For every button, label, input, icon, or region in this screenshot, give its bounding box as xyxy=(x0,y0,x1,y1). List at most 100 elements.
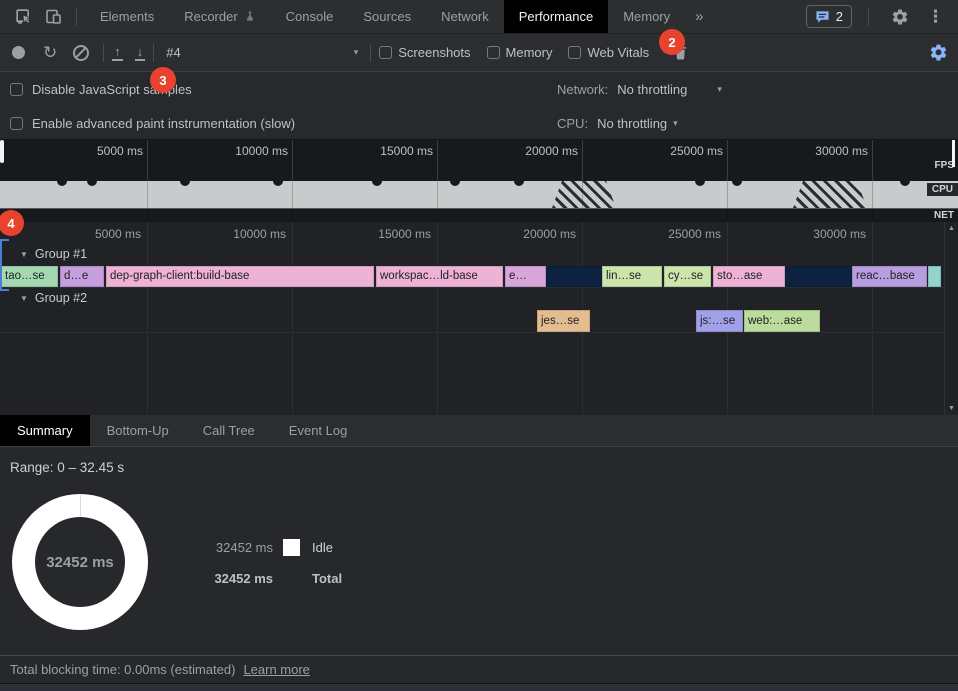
memory-checkbox-group[interactable]: Memory xyxy=(487,45,553,60)
tab-recorder[interactable]: Recorder xyxy=(169,0,270,33)
tab-label: Elements xyxy=(100,9,154,24)
divider xyxy=(868,8,869,26)
disable-js-samples-row: Disable JavaScript samples xyxy=(0,72,958,106)
network-throttling-select[interactable]: Network: No throttling ▾ xyxy=(557,72,722,106)
flame-bar[interactable]: web:…ase xyxy=(744,310,820,332)
collapse-triangle-icon: ▼ xyxy=(20,294,28,303)
tab-elements[interactable]: Elements xyxy=(85,0,169,33)
flame-bar[interactable]: reac…base xyxy=(852,266,927,287)
reload-and-record-icon[interactable]: ↻ xyxy=(43,44,57,61)
web-vitals-checkbox-group[interactable]: Web Vitals xyxy=(568,45,649,60)
cpu-throttling-select[interactable]: CPU: No throttling ▾ xyxy=(557,106,678,140)
flame-bar[interactable]: sto…ase xyxy=(713,266,785,287)
tab-performance[interactable]: Performance xyxy=(504,0,608,33)
cpu-activity-dip xyxy=(695,181,705,186)
flame-bar[interactable]: e… xyxy=(505,266,546,287)
more-tabs-button[interactable]: » xyxy=(685,8,713,25)
scroll-down-icon[interactable]: ▼ xyxy=(948,405,955,412)
load-profile-icon[interactable]: ↑ xyxy=(112,45,123,61)
inspect-cursor-icon xyxy=(15,8,32,25)
tab-console[interactable]: Console xyxy=(271,0,349,33)
group-label: Group #1 xyxy=(35,247,87,261)
disable-js-samples-checkbox[interactable] xyxy=(10,83,23,96)
record-icon[interactable] xyxy=(12,46,25,59)
kebab-menu-button[interactable]: ⋮ xyxy=(923,7,948,27)
capture-settings-gear-button[interactable] xyxy=(929,43,948,62)
divider xyxy=(153,44,154,62)
tab-sources[interactable]: Sources xyxy=(348,0,426,33)
overview-strip[interactable]: FPS CPU NET 5000 ms10000 ms15000 ms20000… xyxy=(0,140,958,222)
tab-label: Summary xyxy=(17,423,73,438)
flame-tick-label: 30000 ms xyxy=(778,227,866,241)
screenshots-checkbox-group[interactable]: Screenshots xyxy=(379,45,470,60)
overview-tick-label: 20000 ms xyxy=(490,144,578,158)
flame-bar[interactable]: lin…se xyxy=(602,266,662,287)
tab-bottom-up[interactable]: Bottom-Up xyxy=(90,415,186,446)
flame-group-1-header[interactable]: ▼ Group #1 xyxy=(20,247,87,261)
selection-bracket xyxy=(0,239,11,291)
flame-bar[interactable]: d…e xyxy=(60,266,104,287)
tab-summary[interactable]: Summary xyxy=(0,415,90,446)
chat-bubble-icon xyxy=(815,10,830,24)
scroll-up-icon[interactable]: ▲ xyxy=(948,225,955,232)
overview-gridline xyxy=(727,140,728,222)
save-profile-icon[interactable]: ↓ xyxy=(135,45,146,61)
flame-bar[interactable]: js:…se xyxy=(696,310,743,332)
flame-bars-group-1: tao…sed…edep-graph-client:build-basework… xyxy=(0,266,944,287)
flame-bar[interactable]: jes…se xyxy=(537,310,590,332)
flame-chart[interactable]: ▼ Group #1 tao…sed…edep-graph-client:bui… xyxy=(0,222,958,415)
overview-left-handle[interactable] xyxy=(0,140,4,163)
flame-bar[interactable]: cy…se xyxy=(664,266,711,287)
screenshots-checkbox[interactable] xyxy=(379,46,392,59)
flame-bar[interactable]: workspac…ld-base xyxy=(376,266,503,287)
advanced-paint-checkbox[interactable] xyxy=(10,117,23,130)
clear-recording-icon[interactable] xyxy=(73,45,89,61)
caret-down-icon: ▾ xyxy=(717,84,722,95)
issues-messages-button[interactable]: 2 xyxy=(806,5,852,28)
tab-network[interactable]: Network xyxy=(426,0,504,33)
flame-bar[interactable] xyxy=(785,266,852,287)
divider xyxy=(370,44,371,62)
overview-tick-label: 25000 ms xyxy=(635,144,723,158)
gear-icon xyxy=(891,8,909,26)
cpu-activity-dip xyxy=(732,181,742,186)
recording-history-value: #4 xyxy=(166,45,180,60)
tab-memory[interactable]: Memory xyxy=(608,0,685,33)
recording-history-select[interactable]: #4 ▾ xyxy=(162,45,362,60)
overview-cpu-lane xyxy=(0,181,958,208)
tab-label: Network xyxy=(441,9,489,24)
device-toolbar-button[interactable] xyxy=(38,3,68,31)
memory-checkbox[interactable] xyxy=(487,46,500,59)
donut-seam xyxy=(80,495,81,517)
footer-bar: Total blocking time: 0.00ms (estimated) … xyxy=(0,655,958,683)
cpu-activity-dip xyxy=(900,181,910,186)
row-separator xyxy=(0,287,944,288)
tab-call-tree[interactable]: Call Tree xyxy=(186,415,272,446)
learn-more-link[interactable]: Learn more xyxy=(243,662,309,677)
flame-bar[interactable] xyxy=(546,266,602,287)
devtools-tabbar: Elements Recorder Console Sources Networ… xyxy=(0,0,958,34)
tab-label: Bottom-Up xyxy=(107,423,169,438)
flame-bar[interactable]: dep-graph-client:build-base xyxy=(106,266,374,287)
web-vitals-checkbox[interactable] xyxy=(568,46,581,59)
more-tabs-chevron-icon: » xyxy=(695,8,703,25)
collapse-triangle-icon: ▼ xyxy=(20,250,28,259)
memory-label: Memory xyxy=(506,45,553,60)
divider xyxy=(76,8,77,26)
group-label: Group #2 xyxy=(35,291,87,305)
flame-tick-label: 20000 ms xyxy=(488,227,576,241)
tab-event-log[interactable]: Event Log xyxy=(272,415,365,446)
flame-bar[interactable] xyxy=(928,266,941,287)
cpu-activity-dip xyxy=(273,181,283,186)
total-blocking-time-text: Total blocking time: 0.00ms (estimated) xyxy=(10,662,235,677)
flame-group-2-header[interactable]: ▼ Group #2 xyxy=(20,291,87,305)
divider xyxy=(103,44,104,62)
devtools-settings-button[interactable] xyxy=(885,3,915,31)
performance-toolbar: ↻ ↑ ↓ #4 ▾ Screenshots Memory Web Vitals xyxy=(0,34,958,72)
overview-right-handle[interactable] xyxy=(952,140,955,167)
overview-tick-label: 15000 ms xyxy=(345,144,433,158)
flame-scrollbar[interactable]: ▲ ▼ xyxy=(944,222,958,415)
donut-center-label: 32452 ms xyxy=(35,517,125,607)
inspect-element-button[interactable] xyxy=(8,3,38,31)
overview-lane-label-net: NET xyxy=(934,210,954,221)
